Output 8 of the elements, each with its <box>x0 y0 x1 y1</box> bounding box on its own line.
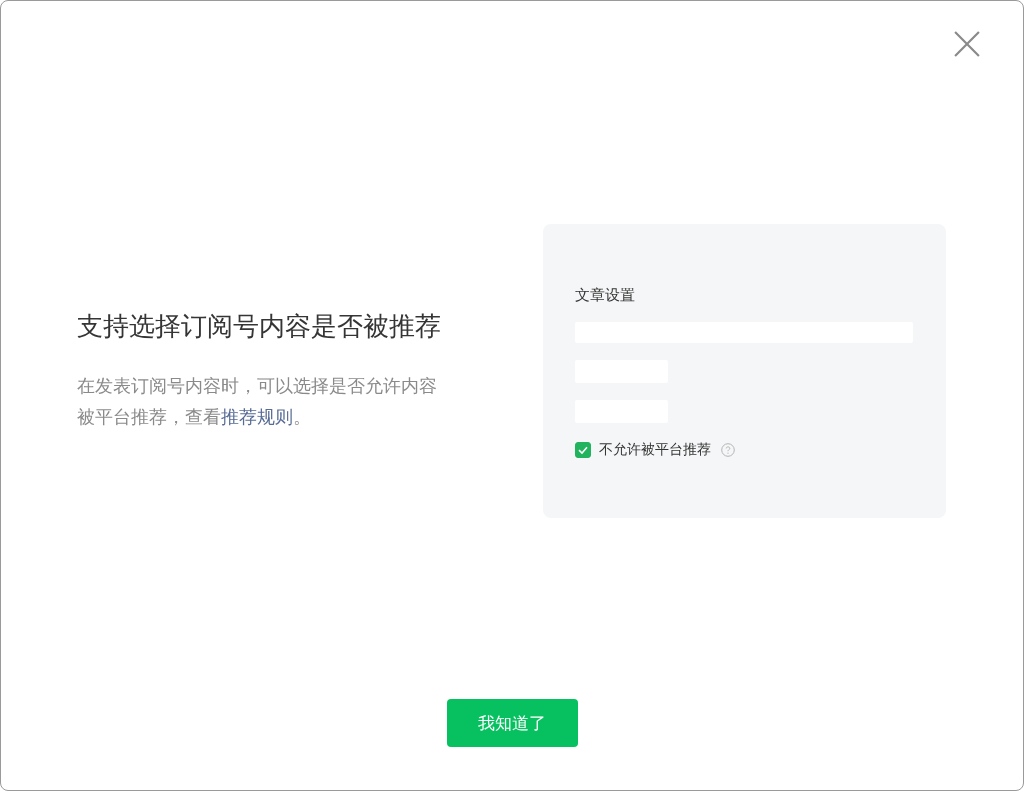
close-icon[interactable] <box>954 31 980 57</box>
checkbox[interactable] <box>575 442 591 458</box>
checkbox-label[interactable]: 不允许被平台推荐 <box>599 441 711 459</box>
card-title: 文章设置 <box>575 285 635 305</box>
rules-link[interactable]: 推荐规则 <box>221 405 293 427</box>
dialog-title: 支持选择订阅号内容是否被推荐 <box>77 310 441 344</box>
description-text: 在发表订阅号内容时，可以选择是否允许内容被平台推荐，查看推荐规则。 <box>77 373 438 429</box>
help-icon[interactable] <box>721 443 735 457</box>
